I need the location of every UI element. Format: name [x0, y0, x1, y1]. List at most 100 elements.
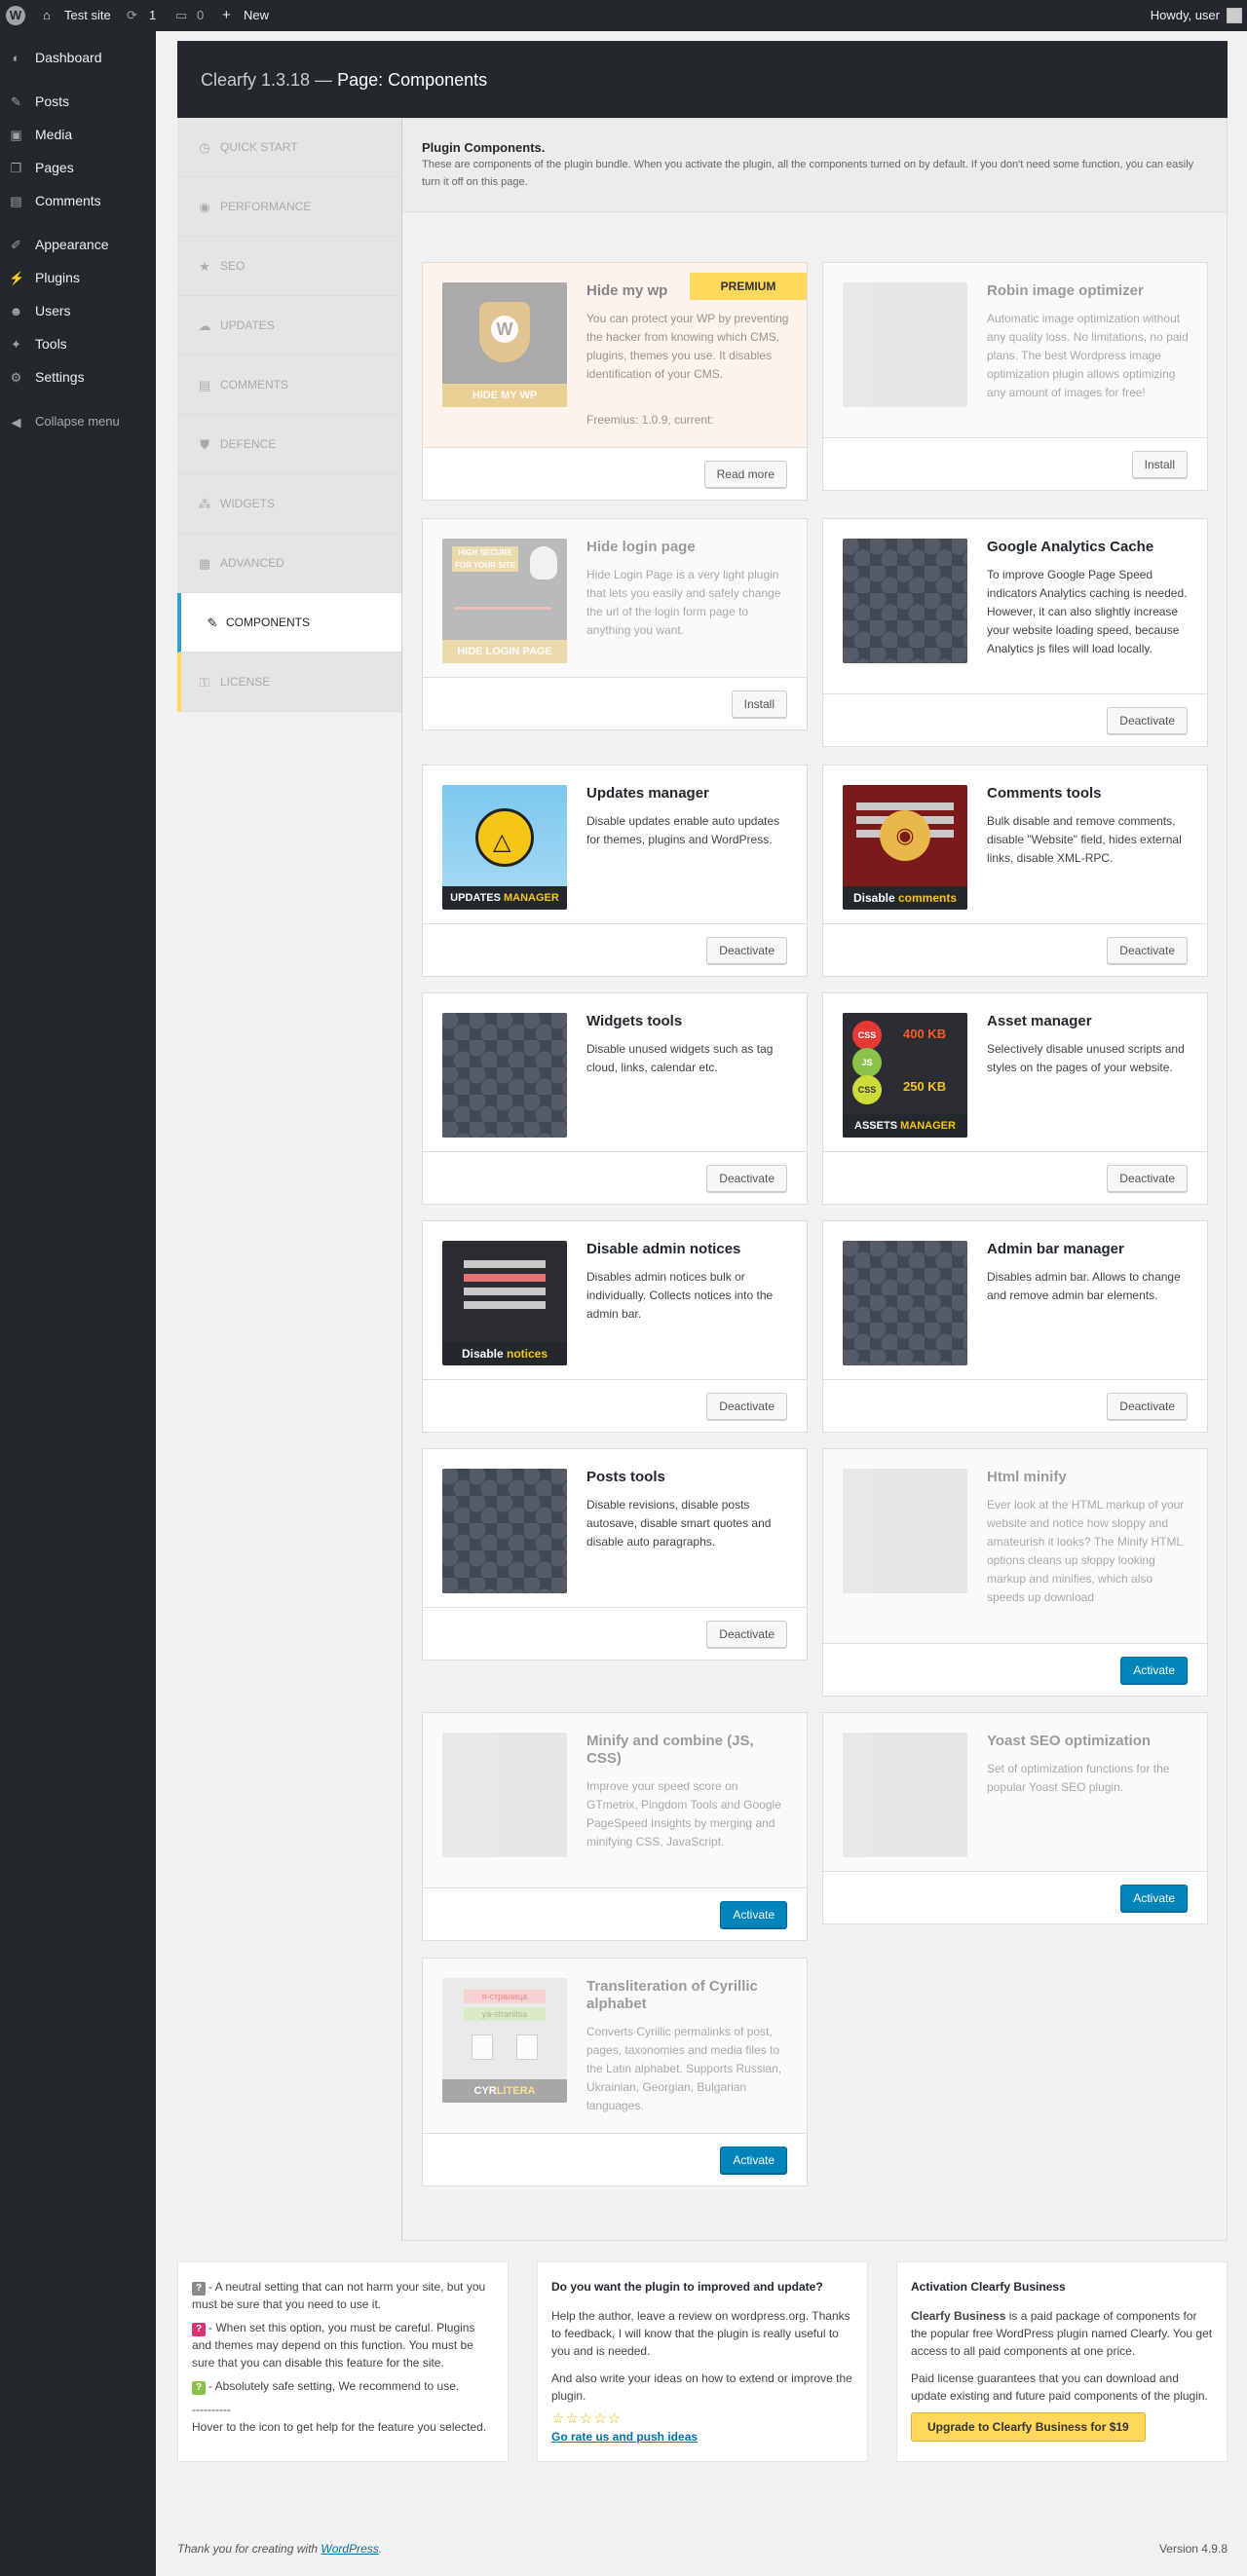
nav-components[interactable]: ✎ COMPONENTS [177, 593, 401, 653]
menu-item-posts[interactable]: ✎ Posts [0, 85, 156, 118]
nav-defence[interactable]: ⛊ DEFENCE [177, 415, 401, 474]
question-red-icon[interactable]: ? [192, 2323, 206, 2336]
component-description: Selectively disable unused scripts and s… [987, 1042, 1185, 1074]
comments-icon[interactable]: ▭ [175, 0, 187, 31]
plugin-icon: ⚡ [9, 271, 25, 285]
size-after: 250 KB [903, 1079, 947, 1094]
notice-line [464, 1288, 546, 1295]
updates-manager-thumbnail: △ UPDATES MANAGER [442, 785, 567, 910]
page-subtitle: Page: Components [337, 70, 488, 90]
component-title: Transliteration of Cyrillic alphabet [586, 1978, 758, 2012]
updates-icon[interactable]: ⟳ [127, 0, 137, 31]
nav-label: UPDATES [220, 318, 275, 332]
caption-part-b: comments [898, 891, 958, 905]
component-card-asset-manager: CSS JS CSS 400 KB 250 KB ASSETS MANAGER … [822, 992, 1208, 1205]
menu-item-pages[interactable]: ❐ Pages [0, 151, 156, 184]
nav-widgets[interactable]: ⁂ WIDGETS [177, 474, 401, 534]
nav-comments[interactable]: ▤ COMMENTS [177, 355, 401, 415]
upgrade-button[interactable]: Upgrade to Clearfy Business for $19 [911, 2412, 1146, 2442]
site-name-link[interactable]: Test site [64, 0, 111, 31]
component-description: Disable unused widgets such as tag cloud… [586, 1042, 774, 1074]
deactivate-button[interactable]: Deactivate [1107, 1165, 1188, 1192]
nav-advanced[interactable]: ▦ ADVANCED [177, 534, 401, 593]
caption-part-a: UPDATES [450, 892, 501, 904]
menu-item-comments[interactable]: ▤ Comments [0, 184, 156, 217]
collapse-menu-button[interactable]: ◀ Collapse menu [0, 405, 156, 438]
menu-item-plugins[interactable]: ⚡ Plugins [0, 261, 156, 294]
question-grey-icon[interactable]: ? [192, 2282, 206, 2296]
component-title: Comments tools [987, 785, 1102, 802]
caption-part-b: MANAGER [503, 892, 559, 904]
deactivate-button[interactable]: Deactivate [1107, 707, 1188, 734]
rating-stars-icon[interactable]: ☆☆☆☆☆ [551, 2410, 853, 2428]
nav-performance[interactable]: ◉ PERFORMANCE [177, 177, 401, 237]
users-icon: ☻ [9, 304, 23, 318]
nav-label: LICENSE [220, 675, 271, 689]
component-card-comments-tools: ◉ Disable comments Comments tools Bulk d… [822, 765, 1208, 977]
thumbnail-caption: HIDE LOGIN PAGE [442, 640, 567, 663]
document-icon [472, 2035, 493, 2060]
wordpress-logo-icon[interactable]: W [6, 6, 25, 25]
menu-label: Dashboard [35, 50, 102, 65]
thumbnail-caption: ASSETS MANAGER [843, 1114, 967, 1138]
deactivate-button[interactable]: Deactivate [706, 1165, 787, 1192]
hide-login-thumbnail: HIGH SECURE FOR YOUR SITE HIDE LOGIN PAG… [442, 539, 567, 663]
html-minify-thumbnail [843, 1469, 967, 1593]
asset-manager-thumbnail: CSS JS CSS 400 KB 250 KB ASSETS MANAGER [843, 1013, 967, 1138]
nav-updates[interactable]: ☁ UPDATES [177, 296, 401, 355]
comments-count[interactable]: 0 [197, 0, 204, 31]
nav-label: DEFENCE [220, 437, 277, 451]
activate-button[interactable]: Activate [720, 2147, 787, 2174]
menu-item-appearance[interactable]: ✐ Appearance [0, 228, 156, 261]
component-title: Minify and combine (JS, CSS) [586, 1733, 754, 1767]
deactivate-button[interactable]: Deactivate [706, 1621, 787, 1648]
business-text: Clearfy Business is a paid package of co… [911, 2307, 1213, 2360]
menu-item-media[interactable]: ▣ Media [0, 118, 156, 151]
wordpress-logo-icon: W [491, 316, 518, 343]
activate-button[interactable]: Activate [720, 1901, 787, 1928]
nav-license[interactable]: ⚿ LICENSE [177, 653, 401, 712]
home-icon: ⌂ [43, 8, 51, 22]
thumbnail-top-label: HIGH SECURE FOR YOUR SITE [452, 546, 518, 572]
menu-item-dashboard[interactable]: ◐ Dashboard [0, 41, 156, 74]
component-description: Automatic image optimization without any… [987, 312, 1189, 399]
howdy-user-link[interactable]: Howdy, user [1151, 0, 1220, 31]
updates-count[interactable]: 1 [149, 0, 156, 31]
admin-bar-thumbnail [843, 1241, 967, 1365]
pages-icon: ❐ [10, 161, 22, 175]
components-intro: Plugin Components. These are components … [402, 119, 1227, 212]
menu-item-settings[interactable]: ⚙ Settings [0, 360, 156, 393]
deactivate-button[interactable]: Deactivate [1107, 1393, 1188, 1420]
plugin-version-title: Clearfy 1.3.18 — [201, 70, 333, 90]
deactivate-button[interactable]: Deactivate [706, 1393, 787, 1420]
component-description: Set of optimization functions for the po… [987, 1762, 1170, 1794]
menu-item-tools[interactable]: ✦ Tools [0, 327, 156, 360]
nav-quick-start[interactable]: ◷ QUICK START [177, 118, 401, 177]
component-description: Disables admin notices bulk or individua… [586, 1270, 774, 1321]
activate-button[interactable]: Activate [1120, 1885, 1188, 1912]
rate-us-link[interactable]: Go rate us and push ideas [551, 2430, 698, 2444]
menu-item-users[interactable]: ☻ Users [0, 294, 156, 327]
component-title: Google Analytics Cache [987, 539, 1154, 555]
component-title: Yoast SEO optimization [987, 1733, 1152, 1749]
question-green-icon[interactable]: ? [192, 2381, 206, 2395]
nav-label: WIDGETS [220, 497, 275, 510]
deactivate-button[interactable]: Deactivate [1107, 937, 1188, 964]
card-footer: Deactivate [423, 1379, 807, 1432]
activate-button[interactable]: Activate [1120, 1657, 1188, 1684]
install-button[interactable]: Install [1131, 451, 1188, 478]
nav-label: COMPONENTS [226, 616, 311, 629]
avatar[interactable] [1227, 8, 1242, 23]
cloud-icon: ☁ [198, 318, 211, 333]
new-content-link[interactable]: New [244, 0, 269, 31]
deactivate-button[interactable]: Deactivate [706, 937, 787, 964]
wordpress-link[interactable]: WordPress [321, 2542, 378, 2556]
component-title: Disable admin notices [586, 1241, 741, 1257]
card-footer: Install [823, 437, 1207, 490]
hide-my-wp-thumbnail: W HIDE MY WP [442, 282, 567, 407]
nav-seo[interactable]: ★ SEO [177, 237, 401, 296]
component-description: You can protect your WP by preventing th… [586, 312, 789, 381]
install-button[interactable]: Install [731, 691, 787, 718]
read-more-button[interactable]: Read more [703, 461, 787, 488]
media-icon: ▣ [10, 128, 22, 142]
